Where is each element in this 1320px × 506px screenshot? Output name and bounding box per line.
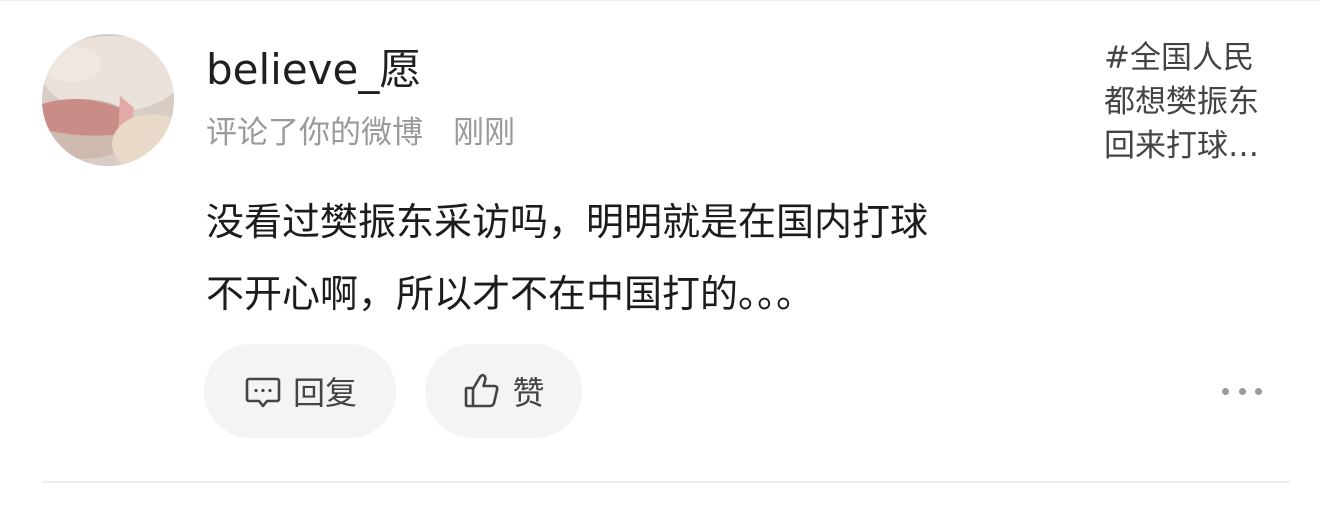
comment-line-2: 不开心啊，所以才不在中国打的。。。 [206,272,815,316]
more-dot [1222,387,1229,395]
like-label: 赞 [512,374,545,412]
top-border [0,0,1320,1]
avatar-image [42,34,174,166]
comment-text: 没看过樊振东采访吗，明明就是在国内打球 不开心啊，所以才不在中国打的。。。 [206,186,1086,330]
username[interactable]: believe_愿 [206,42,421,98]
topic-line-3: 回来打球… [1104,128,1259,164]
thumbs-up-icon [462,371,502,411]
bottom-divider [42,481,1290,483]
more-dots-icon[interactable] [1222,378,1262,404]
more-dot [1255,387,1262,395]
more-dot [1238,387,1246,395]
reply-button[interactable]: 回复 [204,344,396,438]
topic-line-1: #全国人民 [1104,40,1254,76]
comment-meta: 评论了你的微博 刚刚 [206,110,515,156]
comment-bubble-icon [243,371,283,411]
avatar[interactable] [42,34,174,166]
topic-line-2: 都想樊振东 [1104,84,1259,120]
like-button[interactable]: 赞 [425,344,582,438]
action-text: 评论了你的微博 [206,115,423,151]
timestamp: 刚刚 [453,115,515,151]
reply-label: 回复 [292,374,357,412]
comment-line-1: 没看过樊振东采访吗，明明就是在国内打球 [206,200,929,244]
original-post-preview[interactable]: #全国人民 都想樊振东 回来打球… [1104,36,1304,168]
